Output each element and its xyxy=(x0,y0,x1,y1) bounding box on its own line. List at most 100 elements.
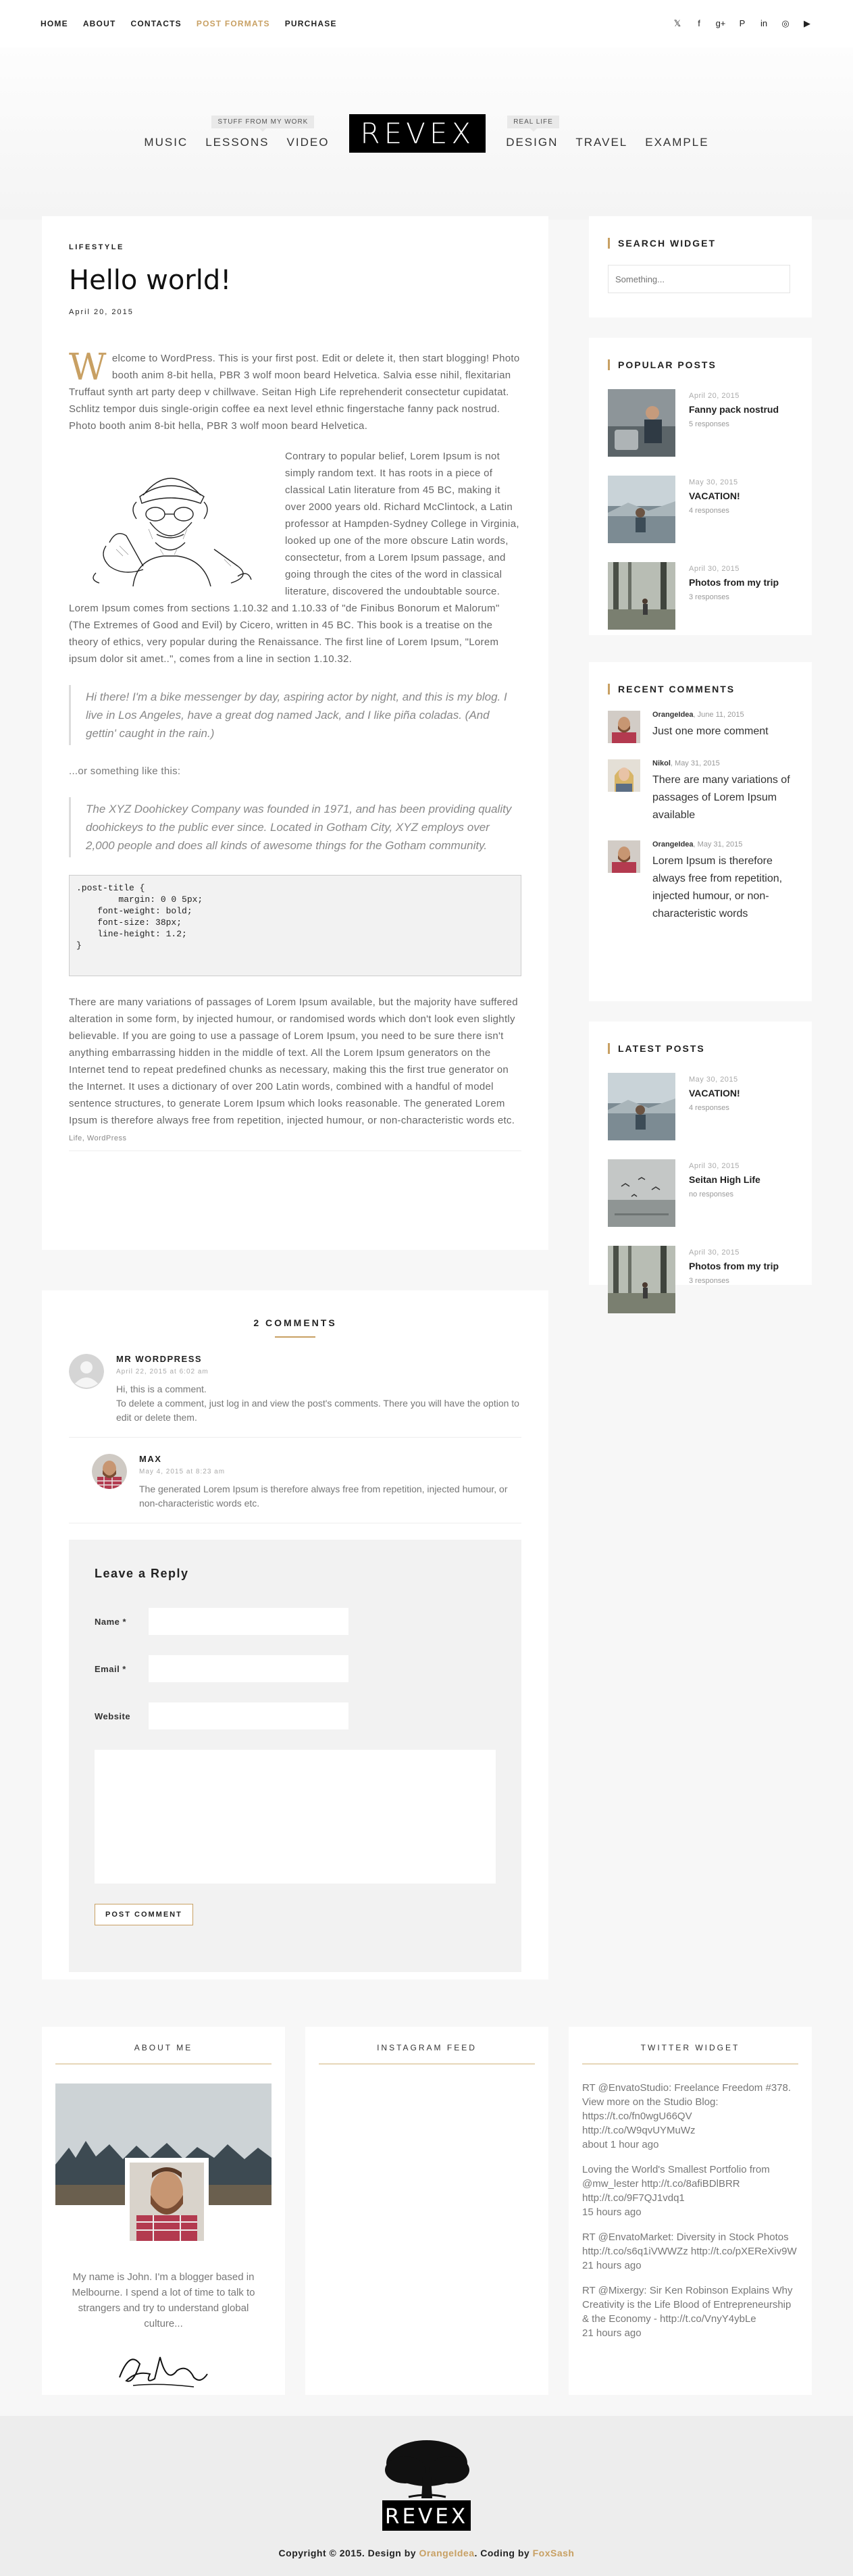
post-responses: no responses xyxy=(689,1190,734,1198)
post-thumbnail[interactable] xyxy=(608,389,675,457)
post-title[interactable]: Photos from my trip xyxy=(689,1261,779,1271)
comments-section: 2 COMMENTS MR WORDPRESS April 22, 2015 a… xyxy=(42,1290,548,1979)
post-thumbnail[interactable] xyxy=(608,1073,675,1140)
about-me-widget: ABOUT ME My name is John. I'm a blogger … xyxy=(42,2027,285,2395)
post-thumbnail[interactable] xyxy=(608,1246,675,1313)
tweet-text[interactable]: RT @EnvatoMarket: Diversity in Stock Pho… xyxy=(582,2231,797,2257)
tweet-time: 21 hours ago xyxy=(582,2260,642,2271)
website-field[interactable] xyxy=(149,1702,348,1729)
comment-author[interactable]: OrangeIdea xyxy=(652,711,694,719)
post-code-block: .post-title { margin: 0 0 5px; font-weig… xyxy=(69,875,521,976)
popular-post-item[interactable]: April 30, 2015 Photos from my trip 3 res… xyxy=(608,562,793,630)
post-body-with-image: Contrary to popular belief, Lorem Ipsum … xyxy=(69,448,521,667)
tweet-item: Loving the World's Smallest Portfolio fr… xyxy=(582,2163,798,2219)
recent-comment-item: OrangeIdea, June 11, 2015 Just one more … xyxy=(608,711,793,743)
post-article: LIFESTYLE Hello world! April 20, 2015 We… xyxy=(42,216,548,1250)
comment-text[interactable]: Lorem Ipsum is therefore always free fro… xyxy=(652,853,793,923)
latest-post-item[interactable]: May 30, 2015 VACATION! 4 responses xyxy=(608,1073,793,1140)
sketch-illustration xyxy=(69,448,272,586)
popular-post-item[interactable]: April 20, 2015 Fanny pack nostrud 5 resp… xyxy=(608,389,793,457)
latest-post-item[interactable]: April 30, 2015 Photos from my trip 3 res… xyxy=(608,1246,793,1313)
comment-text[interactable]: Just one more comment xyxy=(652,723,769,740)
reply-form: Leave a Reply Name * Email * Website POS… xyxy=(69,1540,521,1972)
post-date: April 20, 2015 xyxy=(69,308,134,316)
post-title[interactable]: Fanny pack nostrud xyxy=(689,404,779,415)
coder-link[interactable]: FoxSash xyxy=(533,2548,575,2558)
post-or-text: ...or something like this: xyxy=(69,765,181,777)
comment-textarea[interactable] xyxy=(95,1750,496,1884)
dropcap: W xyxy=(69,346,107,388)
tweet-text[interactable]: RT @Mixergy: Sir Ken Robinson Explains W… xyxy=(582,2285,792,2325)
comment-text[interactable]: There are many variations of passages of… xyxy=(652,772,793,824)
widget-title: RECENT COMMENTS xyxy=(608,684,793,694)
post-date: April 30, 2015 xyxy=(689,1162,740,1170)
post-title[interactable]: VACATION! xyxy=(689,490,740,501)
post-date: April 20, 2015 xyxy=(689,392,740,400)
comment-author[interactable]: MR WORDPRESS xyxy=(116,1354,521,1364)
comment-date: May 31, 2015 xyxy=(697,840,743,849)
instagram-widget: INSTAGRAM FEED xyxy=(305,2027,548,2395)
post-responses: 4 responses xyxy=(689,507,729,515)
name-field[interactable] xyxy=(149,1608,348,1635)
recent-comment-item: Nikol, May 31, 2015 There are many varia… xyxy=(608,759,793,824)
post-title[interactable]: VACATION! xyxy=(689,1088,740,1098)
tweet-time: about 1 hour ago xyxy=(582,2139,659,2150)
website-label: Website xyxy=(95,1711,131,1721)
post-quote-2: The XYZ Doohickey Company was founded in… xyxy=(69,797,521,857)
tweet-item: RT @EnvatoStudio: Freelance Freedom #378… xyxy=(582,2081,798,2152)
recent-comment-item: OrangeIdea, May 31, 2015 Lorem Ipsum is … xyxy=(608,840,793,923)
popular-post-item[interactable]: May 30, 2015 VACATION! 4 responses xyxy=(608,476,793,543)
post-thumbnail[interactable] xyxy=(608,476,675,543)
comment-date: May 31, 2015 xyxy=(675,759,720,767)
tweet-time: 15 hours ago xyxy=(582,2206,642,2218)
tweet-item: RT @EnvatoMarket: Diversity in Stock Pho… xyxy=(582,2230,798,2273)
avatar xyxy=(92,1454,127,1489)
search-widget: SEARCH WIDGET xyxy=(589,216,812,318)
widget-title: SEARCH WIDGET xyxy=(608,238,793,249)
post-category[interactable]: LIFESTYLE xyxy=(69,243,521,251)
post-date: April 30, 2015 xyxy=(689,1248,740,1257)
email-label: Email * xyxy=(95,1663,126,1674)
post-tags[interactable]: Life, WordPress xyxy=(69,1134,521,1142)
post-date: May 30, 2015 xyxy=(689,1076,738,1084)
reply-title: Leave a Reply xyxy=(95,1567,189,1580)
about-text: My name is John. I'm a blogger based in … xyxy=(72,2271,255,2329)
post-thumbnail[interactable] xyxy=(608,562,675,630)
site-footer: REVEX Copyright © 2015. Design by Orange… xyxy=(0,2416,853,2576)
widget-title: TWITTER WIDGET xyxy=(582,2043,798,2065)
popular-posts-widget: POPULAR POSTS April 20, 2015 Fanny pack … xyxy=(589,338,812,635)
post-comment-button[interactable]: POST COMMENT xyxy=(95,1904,193,1925)
email-row: Email * xyxy=(95,1655,496,1682)
search-input[interactable] xyxy=(608,265,790,293)
name-label: Name * xyxy=(95,1616,127,1627)
comment-author[interactable]: OrangeIdea xyxy=(652,840,694,849)
post-date: May 30, 2015 xyxy=(689,478,738,486)
post-thumbnail[interactable] xyxy=(608,1159,675,1227)
comment-date[interactable]: May 4, 2015 at 8:23 am xyxy=(139,1468,521,1475)
post-paragraph-3: There are many variations of passages of… xyxy=(69,996,518,1126)
widget-title: ABOUT ME xyxy=(55,2043,272,2065)
website-row: Website xyxy=(95,1702,496,1729)
avatar xyxy=(608,840,640,873)
comments-title: 2 COMMENTS xyxy=(253,1317,337,1328)
name-row: Name * xyxy=(95,1608,496,1635)
latest-post-item[interactable]: April 30, 2015 Seitan High Life no respo… xyxy=(608,1159,793,1227)
tweet-text[interactable]: Loving the World's Smallest Portfolio fr… xyxy=(582,2164,770,2204)
footer-logo-text: REVEX xyxy=(385,2504,468,2529)
email-field[interactable] xyxy=(149,1655,348,1682)
comment-author[interactable]: MAX xyxy=(139,1454,521,1464)
comment-item: MR WORDPRESS April 22, 2015 at 6:02 am H… xyxy=(69,1338,521,1438)
comment-date[interactable]: April 22, 2015 at 6:02 am xyxy=(116,1368,521,1375)
post-title[interactable]: Photos from my trip xyxy=(689,577,779,588)
comment-author[interactable]: Nikol xyxy=(652,759,671,767)
about-me-image xyxy=(55,2083,272,2246)
designer-link[interactable]: OrangeIdea xyxy=(419,2548,474,2558)
post-intro: Welcome to WordPress. This is your first… xyxy=(69,346,520,432)
twitter-widget: TWITTER WIDGET RT @EnvatoStudio: Freelan… xyxy=(569,2027,812,2395)
avatar xyxy=(69,1354,104,1389)
post-title[interactable]: Hello world! xyxy=(69,265,521,296)
tweet-text[interactable]: RT @EnvatoStudio: Freelance Freedom #378… xyxy=(582,2082,791,2136)
footer-logo[interactable]: REVEX xyxy=(378,2436,475,2531)
post-quote-1: Hi there! I'm a bike messenger by day, a… xyxy=(69,685,521,745)
post-title[interactable]: Seitan High Life xyxy=(689,1174,760,1185)
